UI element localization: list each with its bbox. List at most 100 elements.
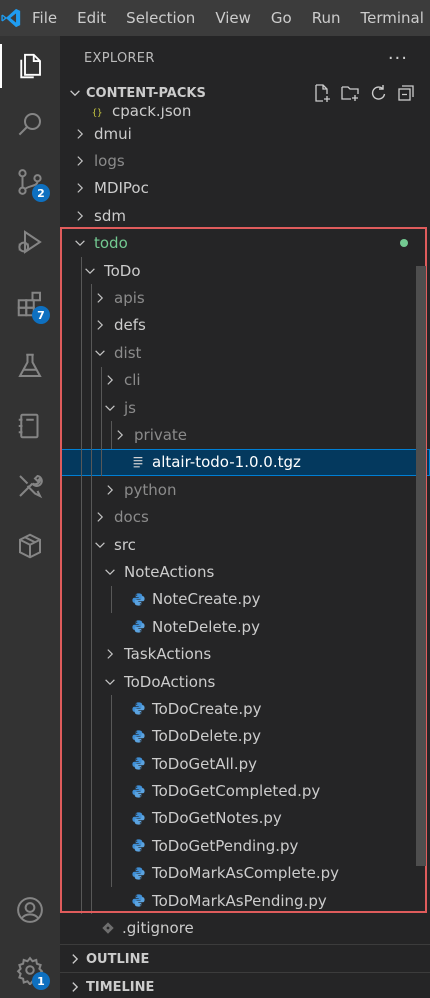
folder-row-dmui[interactable]: dmui (60, 120, 430, 147)
menu-go[interactable]: Go (261, 0, 302, 36)
source-control-badge: 2 (32, 184, 50, 202)
folder-row-todo[interactable]: todo (60, 230, 430, 257)
folder-row-private[interactable]: private (60, 421, 430, 448)
chevron-right-icon (92, 290, 108, 306)
explorer-icon[interactable] (0, 38, 60, 94)
settings-badge: 1 (32, 972, 50, 990)
source-control-icon[interactable]: 2 (0, 154, 60, 210)
chevron-down-icon (72, 235, 88, 251)
folder-row-docs[interactable]: docs (60, 503, 430, 530)
new-folder-icon[interactable] (340, 83, 360, 107)
folder-row-python[interactable]: python (60, 476, 430, 503)
file-row-todogetcompleted-py[interactable]: ToDoGetCompleted.py (60, 777, 430, 804)
tree-item-label: ToDoGetCompleted.py (152, 782, 321, 801)
menu-view[interactable]: View (205, 0, 261, 36)
tree-item-label: ToDoGetAll.py (152, 754, 258, 773)
file-row-todogetpending-py[interactable]: ToDoGetPending.py (60, 832, 430, 859)
file-row-gitignore[interactable]: .gitignore (60, 914, 430, 941)
tree-item-label: dmui (94, 124, 132, 143)
python-file-icon (130, 865, 146, 881)
chevron-right-icon (64, 952, 86, 966)
folder-row-logs[interactable]: logs (60, 147, 430, 174)
chevron-down-icon (92, 345, 108, 361)
chevron-right-icon (72, 153, 88, 169)
more-actions-button[interactable]: ··· (388, 48, 408, 69)
menu-selection[interactable]: Selection (116, 0, 205, 36)
file-row-tododelete-py[interactable]: ToDoDelete.py (60, 723, 430, 750)
content-packs-section-header[interactable]: CONTENT-PACKS (60, 80, 430, 106)
svg-text:{}: {} (92, 109, 103, 119)
folder-row-defs[interactable]: defs (60, 312, 430, 339)
folder-row-sdm[interactable]: sdm (60, 202, 430, 229)
scrollbar-thumb[interactable] (416, 266, 426, 866)
file-row-todocreate-py[interactable]: ToDoCreate.py (60, 695, 430, 722)
tree-item-label: altair-todo-1.0.0.tgz (152, 453, 301, 472)
new-file-icon[interactable] (312, 83, 332, 107)
tree-item-label: todo (94, 234, 128, 253)
file-row-todogetnotes-py[interactable]: ToDoGetNotes.py (60, 805, 430, 832)
chevron-down-icon (92, 537, 108, 553)
explorer-header: EXPLORER ··· (60, 36, 430, 80)
tree-item-label: ToDoGetNotes.py (152, 809, 282, 828)
folder-row-noteactions[interactable]: NoteActions (60, 558, 430, 585)
folder-row-mdipoc[interactable]: MDIPoc (60, 175, 430, 202)
menu-edit[interactable]: Edit (67, 0, 116, 36)
chevron-right-icon (102, 482, 118, 498)
package-icon[interactable] (0, 518, 60, 574)
file-row-todomarkascomplete-py[interactable]: ToDoMarkAsComplete.py (60, 860, 430, 887)
explorer-title: EXPLORER (84, 50, 155, 66)
tree-item-label: ToDoActions (124, 672, 216, 691)
tree-item-label: NoteActions (124, 562, 215, 581)
indent-guide (111, 586, 112, 613)
menu-terminal[interactable]: Terminal (351, 0, 430, 36)
folder-row-js[interactable]: js (60, 394, 430, 421)
explorer-sidebar: EXPLORER ··· CONTENT-PACKS {} cpack.json d… (60, 36, 430, 998)
settings-gear-icon[interactable]: 1 (0, 942, 60, 998)
python-file-icon (130, 728, 146, 744)
testing-flask-icon[interactable] (0, 338, 60, 394)
tree-item-label: dist (114, 343, 142, 362)
file-row-notecreate-py[interactable]: NoteCreate.py (60, 586, 430, 613)
folder-row-dist[interactable]: dist (60, 339, 430, 366)
indent-guide (81, 257, 82, 914)
folder-row-taskactions[interactable]: TaskActions (60, 640, 430, 667)
notebook-icon[interactable] (0, 398, 60, 454)
tree-item-label: private (134, 425, 188, 444)
folder-row-src[interactable]: src (60, 531, 430, 558)
search-icon[interactable] (0, 96, 60, 152)
indent-guide (101, 367, 102, 476)
python-file-icon (130, 893, 146, 909)
menu-bar: File Edit Selection View Go Run Terminal (0, 0, 430, 36)
outline-section-header[interactable]: OUTLINE (60, 944, 430, 973)
folder-row-apis[interactable]: apis (60, 284, 430, 311)
folder-row-cli[interactable]: cli (60, 367, 430, 394)
file-row-todomarkaspending-py[interactable]: ToDoMarkAsPending.py (60, 887, 430, 914)
python-file-icon (130, 838, 146, 854)
chevron-down-icon (102, 564, 118, 580)
menu-file[interactable]: File (22, 0, 67, 36)
folder-row-todo[interactable]: ToDo (60, 257, 430, 284)
activity-bar: 2 7 1 (0, 36, 60, 998)
folder-row-todoactions[interactable]: ToDoActions (60, 668, 430, 695)
python-file-icon (130, 591, 146, 607)
account-icon[interactable] (0, 882, 60, 938)
file-row-todogetall-py[interactable]: ToDoGetAll.py (60, 750, 430, 777)
run-debug-icon[interactable] (0, 214, 60, 270)
refresh-icon[interactable] (368, 83, 388, 107)
python-file-icon (130, 756, 146, 772)
python-file-icon (130, 783, 146, 799)
file-row-notedelete-py[interactable]: NoteDelete.py (60, 613, 430, 640)
file-row-altair-todo-1-0-0-tgz[interactable]: altair-todo-1.0.0.tgz (60, 448, 430, 477)
file-row-cpack-json[interactable]: {} cpack.json (60, 106, 430, 120)
extensions-icon[interactable]: 7 (0, 276, 60, 332)
collapse-all-icon[interactable] (396, 83, 416, 107)
chevron-right-icon (112, 427, 128, 443)
outline-title: OUTLINE (86, 951, 150, 967)
tools-icon[interactable] (0, 458, 60, 514)
timeline-section-header[interactable]: TIMELINE (60, 972, 430, 998)
tree-item-label: defs (114, 316, 146, 335)
timeline-title: TIMELINE (86, 979, 155, 995)
menu-run[interactable]: Run (302, 0, 351, 36)
git-file-icon (100, 920, 116, 936)
file-tree: {} cpack.json dmui logs MDIPoc sdm todo ToDo api… (60, 106, 430, 942)
